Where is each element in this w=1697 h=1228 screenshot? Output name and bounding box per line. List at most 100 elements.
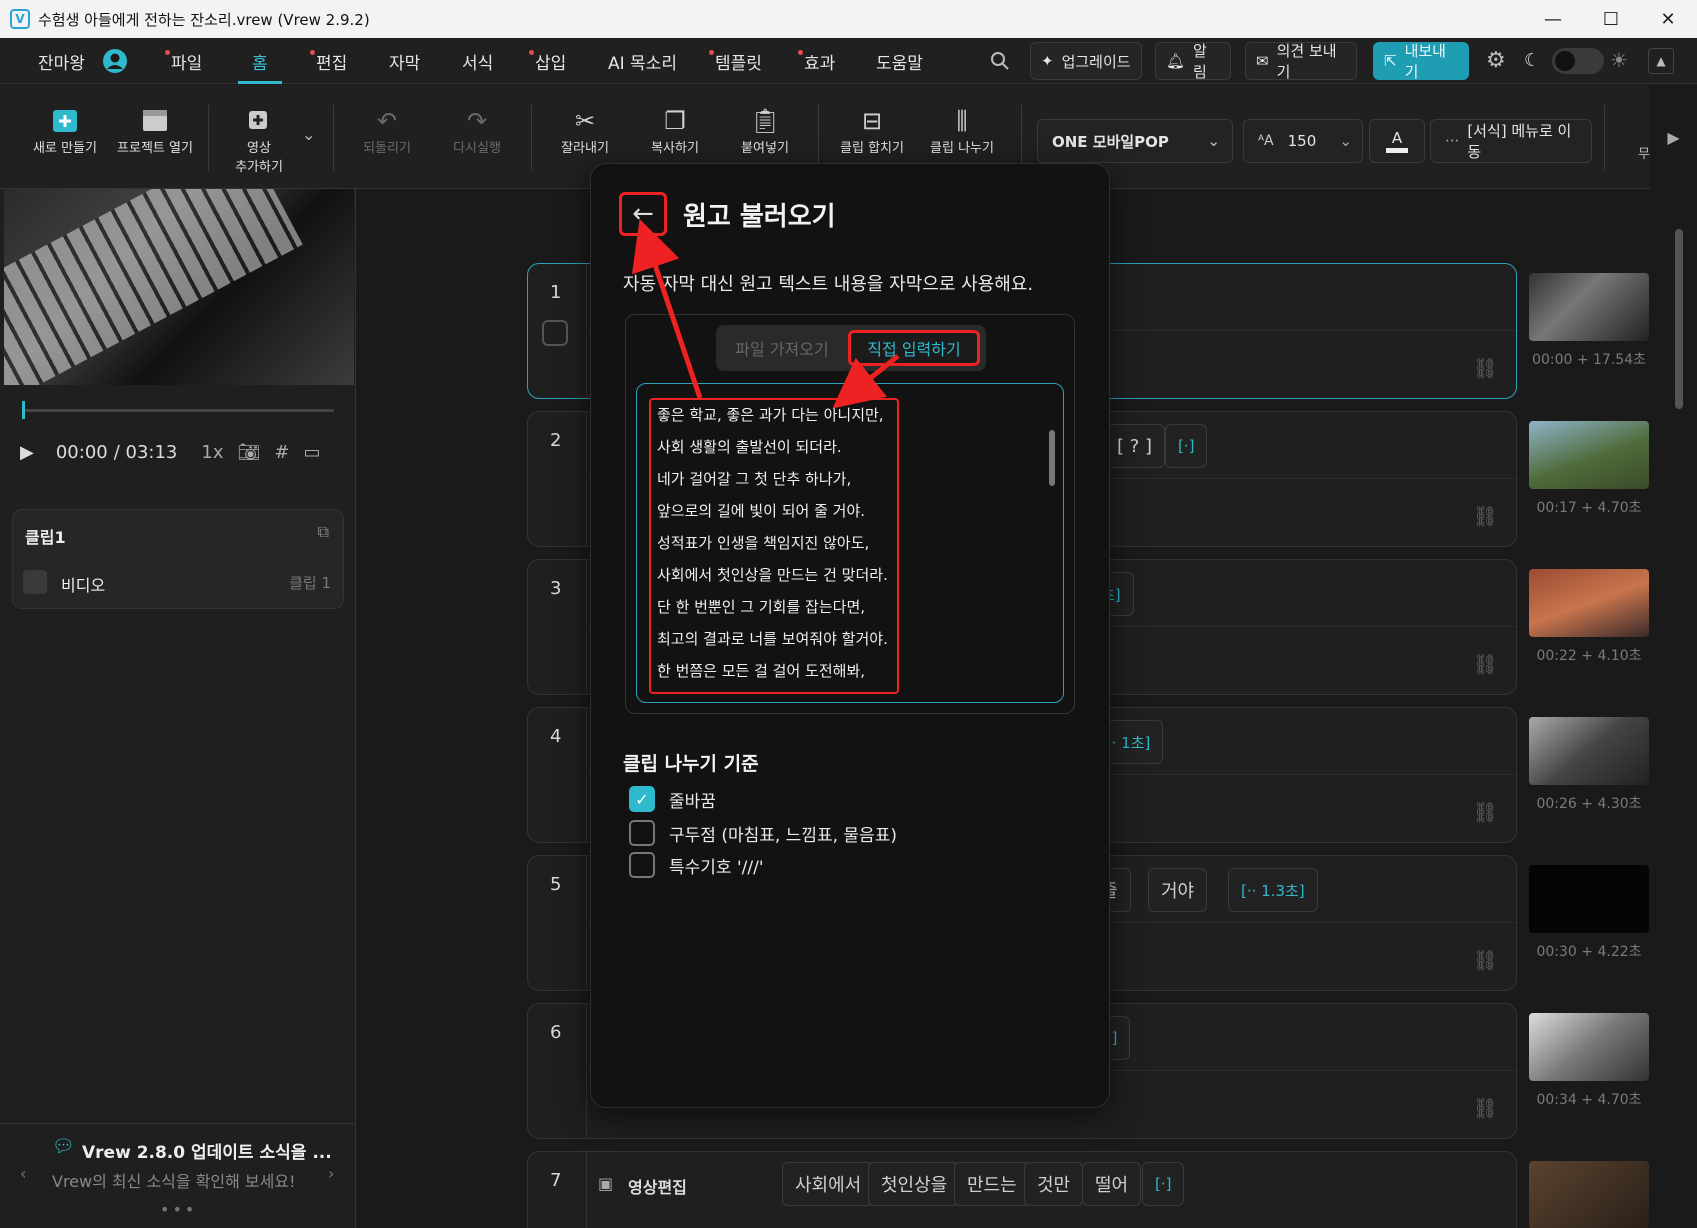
menu-format[interactable]: 서식 bbox=[462, 38, 493, 84]
font-select[interactable]: ONE 모바일POP ⌄ bbox=[1037, 119, 1233, 163]
clip-thumbnail[interactable] bbox=[1529, 865, 1649, 933]
clip-thumbnail[interactable] bbox=[1529, 569, 1649, 637]
menu-ai-voice[interactable]: AI 목소리 bbox=[608, 38, 677, 84]
alarm-button[interactable]: 🔔︎ 알림 bbox=[1155, 42, 1231, 81]
gear-icon[interactable]: ⚙ bbox=[1486, 48, 1506, 73]
script-line: 한 번쯤은 모든 걸 걸어 도전해봐, bbox=[657, 662, 866, 680]
pause-chip[interactable]: [·] bbox=[1165, 424, 1208, 468]
feedback-button[interactable]: ✉ 의견 보내기 bbox=[1245, 42, 1357, 81]
script-textarea[interactable]: 좋은 학교, 좋은 과가 다는 아니지만, 사회 생활의 출발선이 되더라. 네… bbox=[636, 383, 1064, 703]
title-bar: V 수험생 아들에게 전하는 잔소리.vrew (Vrew 2.9.2) — ☐… bbox=[0, 0, 1697, 38]
clip-thumbnail[interactable] bbox=[1529, 421, 1649, 489]
paste-button[interactable]: 📋︎ 붙여넣기 bbox=[720, 105, 810, 156]
next-icon[interactable]: › bbox=[328, 1164, 334, 1183]
minimize-button[interactable]: — bbox=[1524, 0, 1582, 38]
left-panel: ▶ 00:00 / 03:13 1x 📷︎ # ▭ 클립1 ⧉ 비디오 클립 1… bbox=[0, 189, 356, 1228]
pause-chip[interactable]: [·] bbox=[1142, 1162, 1185, 1206]
unlink-icon[interactable]: ⛓ bbox=[1473, 504, 1498, 528]
textarea-scrollbar[interactable] bbox=[1049, 430, 1055, 486]
clip-item-meta: 클립 1 bbox=[289, 574, 331, 592]
format-menu-button[interactable]: ··· [서식] 메뉴로 이동 bbox=[1430, 119, 1592, 163]
split-clip-button[interactable]: ⫼ 클립 나누기 bbox=[917, 105, 1007, 156]
row-checkbox[interactable] bbox=[542, 320, 568, 346]
script-line: 최고의 결과로 너를 보여줘야 할거야. bbox=[657, 630, 888, 648]
menu-insert[interactable]: 삽입 bbox=[529, 38, 566, 84]
export-button[interactable]: ⇱ 내보내기 bbox=[1373, 42, 1469, 81]
word-chip[interactable]: [ ? ] bbox=[1104, 424, 1166, 468]
close-window-button[interactable]: ✕ bbox=[1639, 0, 1697, 38]
open-external-icon[interactable]: ⧉ bbox=[318, 522, 329, 542]
merge-clip-button[interactable]: ⊟ 클립 합치기 bbox=[827, 105, 917, 156]
more-icon: ··· bbox=[1445, 132, 1460, 150]
option-punctuation[interactable]: 구두점 (마침표, 느낌표, 물음표) bbox=[629, 820, 897, 846]
option-line-break[interactable]: ✓ 줄바꿈 bbox=[629, 786, 716, 812]
subtitle-toggle-icon[interactable]: ▭ bbox=[303, 442, 320, 463]
menu-effect[interactable]: 효과 bbox=[798, 38, 835, 84]
menu-subtitle[interactable]: 자막 bbox=[389, 38, 420, 84]
clip-panel: 클립1 ⧉ 비디오 클립 1 bbox=[12, 509, 344, 609]
menu-file[interactable]: 파일 bbox=[165, 38, 202, 84]
play-icon[interactable]: ▶ bbox=[20, 442, 34, 463]
collapse-ribbon-button[interactable]: ▲ bbox=[1648, 48, 1674, 74]
tab-direct-input[interactable]: 직접 입력하기 bbox=[848, 330, 980, 366]
total-time: / 03:13 bbox=[113, 441, 178, 463]
grid-icon[interactable]: # bbox=[274, 442, 289, 463]
scroll-right-icon[interactable]: ▶ bbox=[1650, 85, 1697, 189]
menu-template[interactable]: 템플릿 bbox=[709, 38, 762, 84]
maximize-button[interactable]: ☐ bbox=[1582, 0, 1640, 38]
seek-handle[interactable] bbox=[22, 401, 25, 419]
word-chip[interactable]: 거야 bbox=[1148, 868, 1208, 912]
word-chip[interactable]: 것만 bbox=[1024, 1162, 1084, 1206]
word-chip[interactable]: 첫인상을 bbox=[868, 1162, 961, 1206]
camera-icon[interactable]: 📷︎ bbox=[238, 442, 261, 463]
search-icon[interactable] bbox=[990, 38, 1010, 84]
word-chip[interactable]: 만드는 bbox=[954, 1162, 1030, 1206]
moon-icon: ☾ bbox=[1524, 50, 1541, 71]
checkbox-checked[interactable]: ✓ bbox=[629, 786, 655, 812]
news-title[interactable]: Vrew 2.8.0 업데이트 소식을 ... bbox=[82, 1138, 332, 1163]
copy-icon: ❐ bbox=[664, 107, 686, 135]
font-color-button[interactable]: A bbox=[1369, 119, 1425, 163]
word-chip[interactable]: 사회에서 bbox=[782, 1162, 875, 1206]
unlink-icon[interactable]: ⛓ bbox=[1473, 1096, 1498, 1120]
clip-thumbnail[interactable] bbox=[1529, 273, 1649, 341]
chevron-down-icon[interactable]: ⌄ bbox=[302, 125, 315, 144]
link-icon[interactable]: ⛓ bbox=[1473, 356, 1498, 380]
clip-row[interactable]: 7 ▣ 영상편집 사회에서 첫인상을 만드는 것만 떨어 [·] bbox=[527, 1151, 1517, 1228]
upgrade-button[interactable]: ✦ 업그레이드 bbox=[1030, 42, 1142, 80]
font-size-select[interactable]: ᴬA 150 ⌄ bbox=[1243, 119, 1363, 163]
cut-button[interactable]: ✂ 잘라내기 bbox=[540, 105, 630, 156]
open-project-button[interactable]: 프로젝트 열기 bbox=[110, 105, 200, 156]
unlink-icon[interactable]: ⛓ bbox=[1473, 800, 1498, 824]
speed-button[interactable]: 1x bbox=[201, 442, 223, 463]
seek-bar[interactable] bbox=[22, 401, 334, 419]
clip-thumbnail[interactable] bbox=[1529, 1161, 1649, 1228]
pause-chip[interactable]: [·· 1.3초] bbox=[1228, 868, 1318, 912]
redo-button[interactable]: ↷ 다시실행 bbox=[432, 105, 522, 156]
user-avatar-icon[interactable] bbox=[102, 38, 128, 84]
add-video-button[interactable]: 영상 추가하기 bbox=[214, 105, 304, 175]
clip-thumbnail[interactable] bbox=[1529, 717, 1649, 785]
word-chip[interactable]: 떨어 bbox=[1082, 1162, 1142, 1206]
clip-thumbnail[interactable] bbox=[1529, 1013, 1649, 1081]
tab-file-import[interactable]: 파일 가져오기 bbox=[716, 325, 848, 371]
prev-icon[interactable]: ‹ bbox=[20, 1164, 26, 1183]
checkbox[interactable] bbox=[629, 852, 655, 878]
option-special-symbol[interactable]: 특수기호 '///' bbox=[629, 852, 764, 878]
undo-button[interactable]: ↶ 되돌리기 bbox=[342, 105, 432, 156]
video-preview[interactable] bbox=[4, 189, 354, 385]
unlink-icon[interactable]: ⛓ bbox=[1473, 652, 1498, 676]
menu-home[interactable]: 홈 bbox=[238, 38, 281, 84]
menu-edit[interactable]: 편집 bbox=[310, 38, 347, 84]
checkbox[interactable] bbox=[629, 820, 655, 846]
theme-toggle[interactable] bbox=[1552, 48, 1604, 74]
unlink-icon[interactable]: ⛓ bbox=[1473, 948, 1498, 972]
clip-item-label[interactable]: 비디오 bbox=[61, 572, 105, 596]
main-scrollbar[interactable] bbox=[1675, 229, 1683, 409]
new-project-button[interactable]: 새로 만들기 bbox=[20, 105, 110, 156]
copy-button[interactable]: ❐ 복사하기 bbox=[630, 105, 720, 156]
player-controls: ▶ 00:00 / 03:13 1x 📷︎ # ▭ bbox=[20, 437, 320, 467]
back-button[interactable]: ← bbox=[619, 192, 667, 236]
user-name[interactable]: 잔마왕 bbox=[38, 38, 85, 84]
menu-help[interactable]: 도움말 bbox=[876, 38, 923, 84]
